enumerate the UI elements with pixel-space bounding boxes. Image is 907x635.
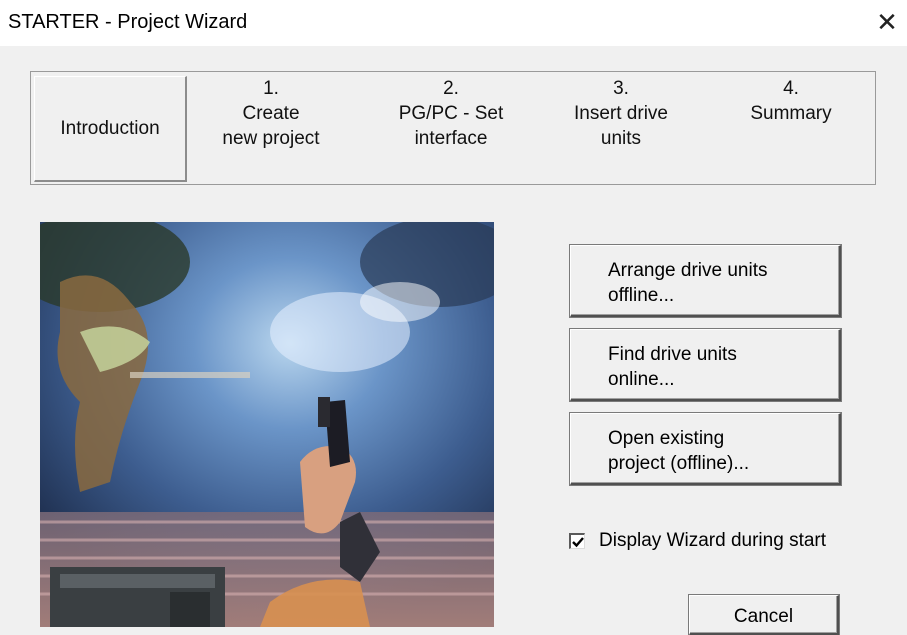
illustration-image: [40, 222, 494, 627]
step-summary: 4. Summary: [711, 76, 871, 182]
arrange-drive-units-button[interactable]: Arrange drive units offline...: [570, 245, 841, 317]
step-number: 4.: [783, 78, 799, 99]
step-number: 3.: [613, 78, 629, 99]
display-wizard-checkbox[interactable]: [569, 533, 585, 549]
step-set-interface: 2. PG/PC - Set interface: [371, 76, 531, 182]
step-label: Insert drive units: [574, 103, 668, 149]
button-label: Cancel: [733, 606, 794, 627]
button-label: Arrange drive units offline...: [608, 260, 768, 306]
display-wizard-option[interactable]: Display Wizard during start: [569, 528, 826, 554]
title-bar: STARTER - Project Wizard ✕: [0, 0, 907, 46]
close-icon[interactable]: ✕: [867, 0, 907, 46]
checkbox-label: Display Wizard during start: [599, 530, 827, 551]
cancel-button[interactable]: Cancel: [689, 595, 839, 635]
wizard-illustration: [40, 222, 494, 627]
open-existing-project-button[interactable]: Open existing project (offline)...: [570, 413, 841, 485]
button-label: Find drive units online...: [608, 344, 737, 390]
wizard-steps: Introduction 1. Create new project 2. PG…: [30, 71, 876, 185]
button-label: Open existing project (offline)...: [608, 428, 750, 474]
step-label: Summary: [750, 103, 832, 124]
step-label: PG/PC - Set interface: [398, 103, 504, 149]
step-label: Create new project: [222, 103, 320, 149]
step-number: 1.: [263, 78, 279, 99]
window-title: STARTER - Project Wizard: [8, 11, 248, 33]
step-label: Introduction: [60, 118, 160, 139]
step-number: 2.: [443, 78, 459, 99]
step-insert-drive-units: 3. Insert drive units: [546, 76, 696, 182]
find-drive-units-button[interactable]: Find drive units online...: [570, 329, 841, 401]
step-create-project: 1. Create new project: [201, 76, 341, 182]
step-introduction: Introduction: [34, 76, 187, 182]
check-icon: [572, 537, 584, 548]
